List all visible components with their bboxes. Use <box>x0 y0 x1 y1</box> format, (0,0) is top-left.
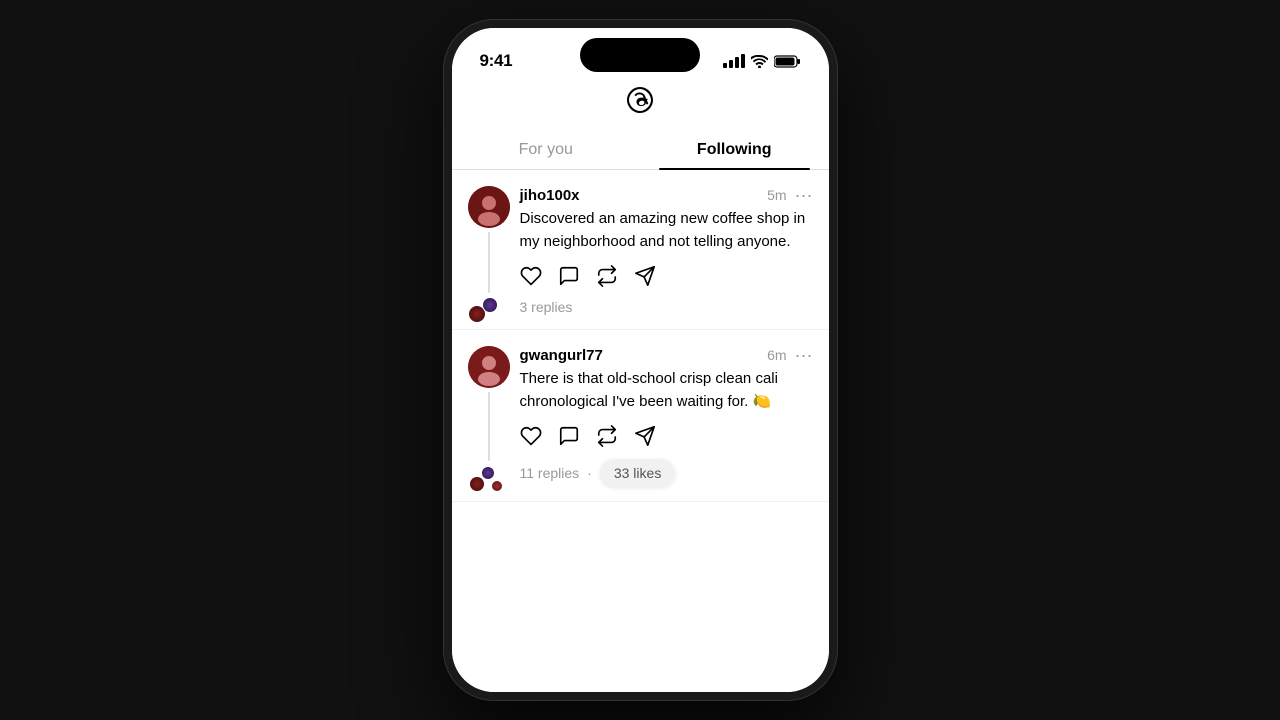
tab-for-you[interactable]: For you <box>452 129 641 169</box>
username: jiho100x <box>520 187 580 204</box>
post-content-column: jiho100x 5m ··· Discovered an amazing ne… <box>520 186 813 329</box>
post-header: gwangurl77 6m ··· <box>520 346 813 364</box>
comment-button[interactable] <box>558 265 580 287</box>
status-time: 9:41 <box>480 51 513 71</box>
threads-logo <box>624 84 656 121</box>
post-header: jiho100x 5m ··· <box>520 186 813 204</box>
share-button[interactable] <box>634 425 656 447</box>
thread-line <box>488 392 490 461</box>
tab-following[interactable]: Following <box>640 129 829 169</box>
comment-button[interactable] <box>558 425 580 447</box>
post-left-column <box>468 186 510 329</box>
like-button[interactable] <box>520 265 542 287</box>
reply-avatars <box>468 297 510 329</box>
post-footer: 11 replies · 33 likes <box>520 459 813 501</box>
username: gwangurl77 <box>520 347 603 364</box>
post-left-column <box>468 346 510 501</box>
wifi-icon <box>751 55 768 68</box>
dynamic-island <box>580 38 700 72</box>
post-item: gwangurl77 6m ··· There is that old-scho… <box>452 330 829 502</box>
post-text: There is that old-school crisp clean cal… <box>520 368 813 413</box>
post-time: 6m <box>767 347 786 363</box>
battery-icon <box>774 55 801 68</box>
feed: jiho100x 5m ··· Discovered an amazing ne… <box>452 170 829 692</box>
status-icons <box>723 54 801 68</box>
dot-separator: · <box>587 465 592 481</box>
post-actions <box>520 425 813 447</box>
replies-count[interactable]: 11 replies <box>520 465 580 481</box>
post-actions <box>520 265 813 287</box>
app-header: For you Following <box>452 80 829 170</box>
post-meta: 5m ··· <box>767 186 812 204</box>
repost-button[interactable] <box>596 425 618 447</box>
more-options-button[interactable]: ··· <box>795 186 813 204</box>
post-content-column: gwangurl77 6m ··· There is that old-scho… <box>520 346 813 501</box>
replies-count[interactable]: 3 replies <box>520 299 573 315</box>
reply-avatars <box>468 465 510 501</box>
signal-icon <box>723 54 745 68</box>
background: 9:41 <box>0 0 1280 720</box>
tabs-container: For you Following <box>452 129 829 170</box>
reply-avatar-small <box>490 479 504 493</box>
post-time: 5m <box>767 187 786 203</box>
reply-avatar-small <box>482 297 498 313</box>
more-options-button[interactable]: ··· <box>795 346 813 364</box>
post-footer: 3 replies <box>520 299 813 329</box>
avatar <box>468 186 510 228</box>
repost-button[interactable] <box>596 265 618 287</box>
post-meta: 6m ··· <box>767 346 812 364</box>
post-item: jiho100x 5m ··· Discovered an amazing ne… <box>452 170 829 330</box>
post-text: Discovered an amazing new coffee shop in… <box>520 208 813 253</box>
reply-avatar-small <box>480 465 496 481</box>
phone-shell: 9:41 <box>444 20 837 700</box>
share-button[interactable] <box>634 265 656 287</box>
thread-line <box>488 232 490 293</box>
likes-bubble: 33 likes <box>600 459 675 487</box>
like-button[interactable] <box>520 425 542 447</box>
avatar <box>468 346 510 388</box>
